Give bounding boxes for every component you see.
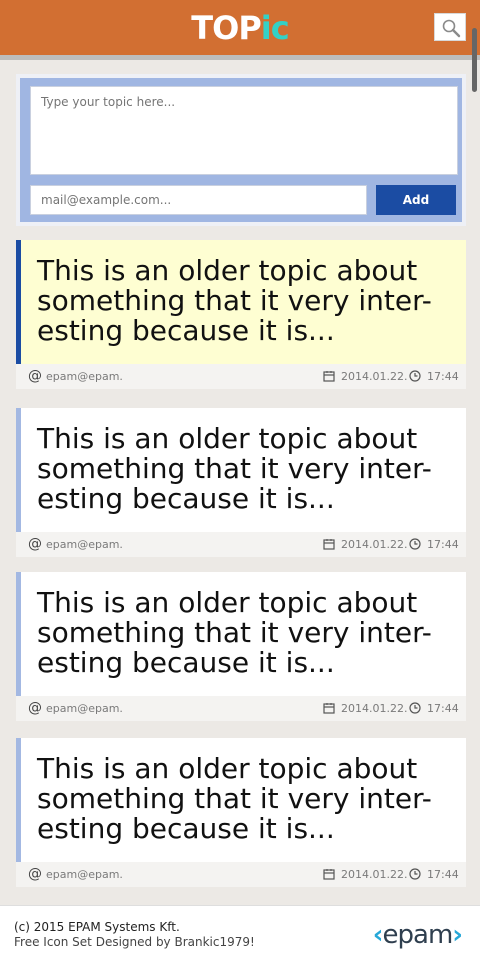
- topic-composer: Add: [16, 74, 466, 226]
- topic-author: @ epam@epam.: [28, 696, 123, 721]
- search-button[interactable]: [434, 13, 466, 41]
- logo-ic-text: ic: [260, 9, 290, 47]
- at-icon: @: [28, 536, 42, 552]
- date-text: 2014.01.22.: [341, 868, 408, 881]
- chevron-left-icon: ‹: [372, 920, 384, 950]
- topic-text: This is an older topic about something t…: [37, 422, 432, 515]
- at-icon: @: [28, 866, 42, 882]
- icon-credits-text: Free Icon Set Designed by Brankic1979!: [14, 935, 255, 949]
- search-icon: [442, 19, 461, 38]
- topic-meta: @ epam@epam. 2014.01.22. 17:44: [16, 532, 466, 557]
- author-text: epam@epam.: [46, 868, 123, 881]
- topic-card[interactable]: This is an older topic about something t…: [16, 572, 466, 721]
- chevron-right-icon: ›: [452, 920, 463, 950]
- clock-icon: [409, 370, 421, 382]
- topic-author: @ epam@epam.: [28, 532, 123, 557]
- date-text: 2014.01.22.: [341, 370, 408, 383]
- topic-time: 17:44: [409, 532, 459, 557]
- topic-time: 17:44: [409, 364, 459, 389]
- time-text: 17:44: [427, 868, 459, 881]
- topic-card[interactable]: This is an older topic about something t…: [16, 240, 466, 389]
- topic-author: @ epam@epam.: [28, 862, 123, 887]
- topic-body: This is an older topic about something t…: [16, 738, 466, 862]
- topic-card[interactable]: This is an older topic about something t…: [16, 738, 466, 887]
- date-text: 2014.01.22.: [341, 538, 408, 551]
- app-logo[interactable]: TOPic: [0, 8, 480, 48]
- calendar-icon: [323, 703, 335, 714]
- at-icon: @: [28, 368, 42, 384]
- at-icon: @: [28, 700, 42, 716]
- topic-meta: @ epam@epam. 2014.01.22. 17:44: [16, 364, 466, 389]
- topic-time: 17:44: [409, 862, 459, 887]
- topic-body: This is an older topic about something t…: [16, 572, 466, 696]
- author-text: epam@epam.: [46, 538, 123, 551]
- topic-date: 2014.01.22.: [323, 532, 407, 557]
- page-scrollbar[interactable]: [472, 28, 477, 92]
- author-text: epam@epam.: [46, 370, 123, 383]
- calendar-icon: [323, 539, 335, 550]
- topic-time: 17:44: [409, 696, 459, 721]
- logo-top-text: TOP: [191, 9, 261, 47]
- page-footer: (c) 2015 EPAM Systems Kft. Free Icon Set…: [0, 905, 480, 961]
- topic-date: 2014.01.22.: [323, 364, 407, 389]
- topic-input[interactable]: [30, 86, 458, 175]
- clock-icon: [409, 702, 421, 714]
- clock-icon: [409, 868, 421, 880]
- email-field[interactable]: [30, 185, 367, 215]
- calendar-icon: [323, 371, 335, 382]
- brand-text: epam: [382, 920, 454, 950]
- topic-text: This is an older topic about something t…: [37, 752, 432, 845]
- add-button[interactable]: Add: [376, 185, 456, 215]
- time-text: 17:44: [427, 538, 459, 551]
- topic-body: This is an older topic about something t…: [16, 408, 466, 532]
- app-header: TOPic: [0, 0, 480, 60]
- topic-meta: @ epam@epam. 2014.01.22. 17:44: [16, 862, 466, 887]
- copyright-text: (c) 2015 EPAM Systems Kft.: [14, 920, 180, 934]
- date-text: 2014.01.22.: [341, 702, 408, 715]
- topic-author: @ epam@epam.: [28, 364, 123, 389]
- topic-text: This is an older topic about something t…: [37, 586, 432, 679]
- epam-logo[interactable]: ‹epam›: [372, 920, 463, 950]
- topic-date: 2014.01.22.: [323, 862, 407, 887]
- topic-meta: @ epam@epam. 2014.01.22. 17:44: [16, 696, 466, 721]
- time-text: 17:44: [427, 370, 459, 383]
- author-text: epam@epam.: [46, 702, 123, 715]
- topic-date: 2014.01.22.: [323, 696, 407, 721]
- time-text: 17:44: [427, 702, 459, 715]
- clock-icon: [409, 538, 421, 550]
- topic-card[interactable]: This is an older topic about something t…: [16, 408, 466, 557]
- topic-text: This is an older topic about something t…: [37, 254, 432, 347]
- calendar-icon: [323, 869, 335, 880]
- topic-body: This is an older topic about something t…: [16, 240, 466, 364]
